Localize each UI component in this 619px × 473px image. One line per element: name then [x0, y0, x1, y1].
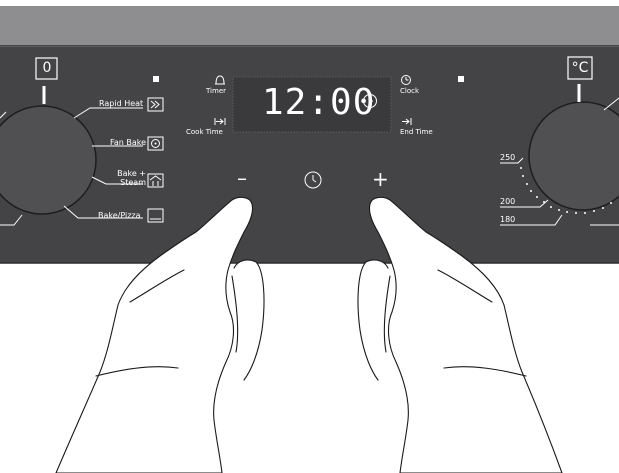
- panel-top-strip: [0, 6, 619, 46]
- minus-button[interactable]: –: [237, 168, 247, 188]
- timer-label: Timer: [206, 87, 227, 95]
- temp-label-200: 200: [500, 197, 516, 206]
- indicator-light-right: [458, 76, 464, 82]
- unit-label: °C: [571, 60, 589, 76]
- function-label-bake-pizza: Bake/Pizza: [98, 211, 141, 220]
- off-position-label: 0: [42, 60, 52, 76]
- function-label-bake-steam-line1: Bake +: [117, 169, 146, 178]
- function-label-fan-bake: Fan Bake: [110, 138, 147, 147]
- display-time: 12:00: [262, 82, 376, 123]
- oven-panel-drawing: [0, 6, 619, 473]
- temp-label-250: 250: [500, 153, 516, 162]
- temp-label-180: 180: [500, 215, 516, 224]
- function-label-bake-steam-line2: Steam: [120, 178, 146, 187]
- function-label-rapid-heat: Rapid Heat: [99, 99, 144, 108]
- oven-control-illustration: 0 °C Rapid Heat Fan Bake Bake + Steam Ba…: [0, 0, 619, 473]
- indicator-light-left: [153, 76, 159, 82]
- plus-button[interactable]: +: [372, 169, 389, 189]
- end-time-label: End Time: [400, 128, 433, 136]
- clock-label: Clock: [400, 87, 420, 95]
- cook-time-label: Cook Time: [186, 128, 223, 136]
